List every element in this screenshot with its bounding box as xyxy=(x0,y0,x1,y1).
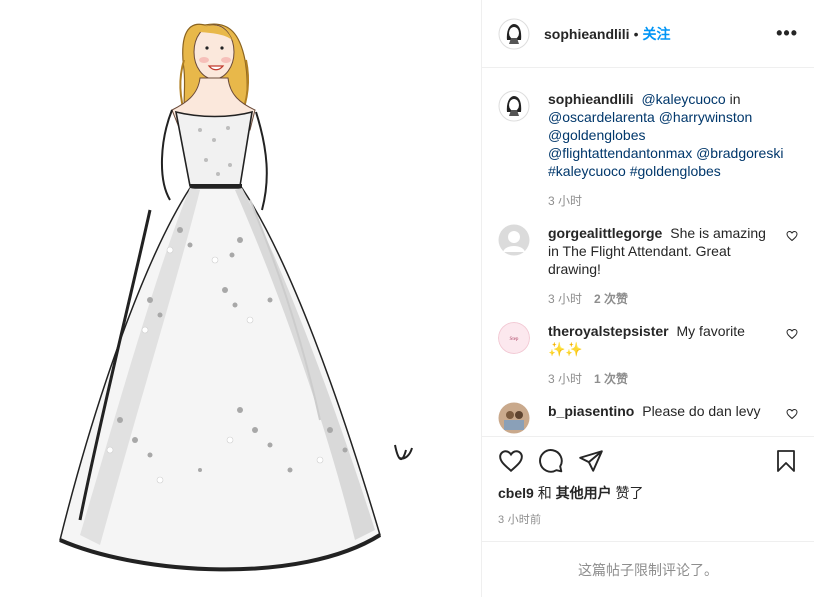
post-header: sophieandlili • 关注 ••• xyxy=(482,0,814,68)
hashtag-kaleycuoco[interactable]: #kaleycuoco xyxy=(548,163,626,179)
comment-avatar[interactable] xyxy=(498,224,530,256)
liked-by-others[interactable]: 其他用户 xyxy=(556,485,612,501)
mention-goldenglobes[interactable]: @goldenglobes xyxy=(548,127,646,143)
separator-dot: • xyxy=(633,25,639,42)
comments-disabled-notice: 这篇帖子限制评论了。 xyxy=(482,541,814,597)
mention-flightattendantonmax[interactable]: @flightattendantonmax xyxy=(548,145,692,161)
share-icon[interactable] xyxy=(578,448,604,474)
comment-button[interactable] xyxy=(538,448,564,474)
action-icons xyxy=(498,445,798,477)
caption-username[interactable]: sophieandlili xyxy=(548,91,637,107)
svg-text:Step: Step xyxy=(510,337,519,342)
comment: b_piasentino Please do dan levy xyxy=(498,402,798,434)
author-avatar[interactable] xyxy=(498,18,530,50)
heart-icon[interactable] xyxy=(498,448,524,474)
more-options-icon[interactable]: ••• xyxy=(776,23,798,44)
heart-icon[interactable] xyxy=(786,408,798,420)
heart-icon[interactable] xyxy=(786,328,798,340)
comment-time[interactable]: 3 小时 xyxy=(548,370,582,388)
likes-suffix: 赞了 xyxy=(611,485,644,501)
action-bar: cbel9 和 其他用户 赞了 3 小时前 xyxy=(482,436,814,527)
caption-time[interactable]: 3 小时 xyxy=(548,192,582,210)
post-image[interactable] xyxy=(0,0,481,597)
comment-likes[interactable]: 2 次赞 xyxy=(594,290,628,308)
mention-kaleycuoco[interactable]: @kaleycuoco xyxy=(641,91,725,107)
caption-avatar[interactable] xyxy=(498,90,530,122)
comment-avatar[interactable]: Step xyxy=(498,322,530,354)
comment-meta: 3 小时 1 次赞 xyxy=(548,370,776,388)
caption-word-in: in xyxy=(729,91,741,107)
comment-text: Please do dan levy xyxy=(642,403,761,419)
caption: sophieandlili @kaleycuoco in @oscardelar… xyxy=(498,90,798,210)
likes-joiner: 和 xyxy=(533,485,556,501)
comment: Step theroyalstepsister My favorite ✨✨ 3… xyxy=(498,322,798,388)
comments-list[interactable]: sophieandlili @kaleycuoco in @oscardelar… xyxy=(482,68,814,436)
author-username[interactable]: sophieandlili xyxy=(544,26,630,42)
share-button[interactable] xyxy=(578,448,604,474)
comment-avatar[interactable] xyxy=(498,402,530,434)
likes-summary: cbel9 和 其他用户 赞了 xyxy=(498,483,798,503)
post-viewer: sophieandlili • 关注 ••• sophieandlili @ka… xyxy=(0,0,814,597)
post-sidebar: sophieandlili • 关注 ••• sophieandlili @ka… xyxy=(481,0,814,597)
hashtag-goldenglobes[interactable]: #goldenglobes xyxy=(630,163,721,179)
comment-body: b_piasentino Please do dan levy xyxy=(548,402,776,420)
post-timestamp[interactable]: 3 小时前 xyxy=(498,511,798,527)
liked-by-user[interactable]: cbel9 xyxy=(498,485,534,501)
save-icon[interactable] xyxy=(774,448,798,474)
comment-body: theroyalstepsister My favorite ✨✨ 3 小时 1 … xyxy=(548,322,776,388)
comment-body: gorgealittlegorge She is amazing in The … xyxy=(548,224,776,308)
comment-username[interactable]: theroyalstepsister xyxy=(548,323,673,339)
like-button[interactable] xyxy=(498,448,524,474)
comment-likes[interactable]: 1 次赞 xyxy=(594,370,628,388)
comment: gorgealittlegorge She is amazing in The … xyxy=(498,224,798,308)
mention-bradgoreski[interactable]: @bradgoreski xyxy=(696,145,783,161)
comment-username[interactable]: b_piasentino xyxy=(548,403,638,419)
mention-harrywinston[interactable]: @harrywinston xyxy=(659,109,753,125)
comment-meta: 3 小时 2 次赞 xyxy=(548,290,776,308)
comment-username[interactable]: gorgealittlegorge xyxy=(548,225,666,241)
fashion-illustration xyxy=(59,23,413,572)
follow-button[interactable]: 关注 xyxy=(642,24,670,44)
comment-icon[interactable] xyxy=(538,448,564,474)
caption-meta: 3 小时 xyxy=(548,192,798,210)
heart-icon[interactable] xyxy=(786,230,798,242)
caption-body: sophieandlili @kaleycuoco in @oscardelar… xyxy=(548,90,798,210)
save-button[interactable] xyxy=(774,448,798,474)
mention-oscardelarenta[interactable]: @oscardelarenta xyxy=(548,109,655,125)
comment-time[interactable]: 3 小时 xyxy=(548,290,582,308)
